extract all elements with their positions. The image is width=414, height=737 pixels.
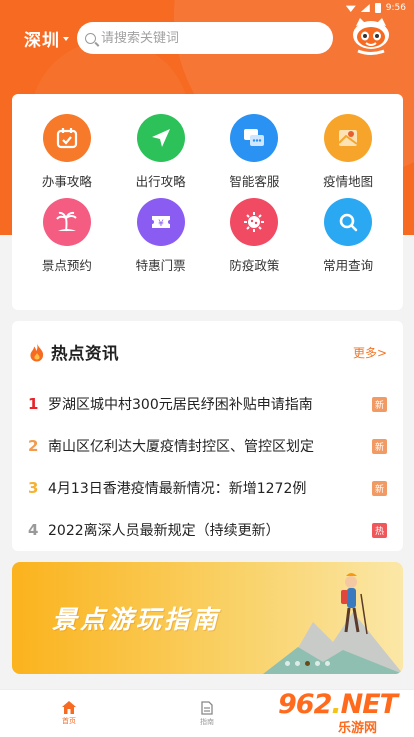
banner-title: 景点游玩指南 [52, 605, 221, 634]
watermark-logo: 962.NET [278, 689, 398, 720]
service-label: 特惠门票 [135, 258, 186, 273]
pagination-dot[interactable] [295, 661, 300, 666]
news-tag: 新 [372, 438, 387, 454]
mascot-avatar-icon[interactable] [348, 16, 394, 56]
news-item[interactable]: 2 南山区亿利达大厦疫情封控区、管控区划定 新 [28, 425, 387, 467]
navigation-arrow-icon [136, 114, 185, 162]
city-selector[interactable]: 深圳 [24, 26, 69, 51]
service-item-chuxing[interactable]: 出行攻略 [114, 114, 208, 190]
news-tag: 新 [372, 480, 387, 496]
service-label: 常用查询 [323, 258, 374, 273]
svg-text:¥: ¥ [158, 219, 164, 229]
status-time: 9:56 [385, 3, 406, 13]
calendar-check-icon [42, 114, 91, 162]
service-label: 智能客服 [229, 174, 280, 189]
tab-guide[interactable]: 指南 [138, 690, 276, 737]
header: 深圳 [0, 18, 414, 56]
news-text: 2022离深人员最新规定（持续更新） [48, 523, 280, 539]
map-location-icon [324, 114, 373, 162]
promo-banner[interactable]: 景点游玩指南 [12, 562, 403, 674]
service-item-banshi[interactable]: 办事攻略 [20, 114, 114, 190]
news-rank: 2 [28, 437, 39, 455]
search-bar[interactable] [77, 22, 333, 54]
pagination-dot-active[interactable] [305, 661, 310, 666]
site-watermark: 962.NET 乐游网 [278, 689, 408, 736]
hiker-illustration-icon [263, 573, 403, 674]
pagination-dot[interactable] [285, 661, 290, 666]
news-more-link[interactable]: 更多> [353, 344, 387, 361]
ticket-yen-icon: ¥ [136, 198, 185, 246]
news-title: 热点资讯 [51, 344, 119, 363]
news-text: 南山区亿利达大厦疫情封控区、管控区划定 [48, 439, 314, 455]
service-item-ditu[interactable]: 疫情地图 [301, 114, 395, 190]
service-label: 疫情地图 [323, 174, 374, 189]
news-header: 热点资讯 更多> [28, 321, 387, 383]
news-card: 热点资讯 更多> 1 罗湖区城中村300元居民纾困补贴申请指南 新 2 南山区亿… [12, 321, 403, 551]
service-label: 出行攻略 [135, 174, 186, 189]
city-label: 深圳 [24, 30, 60, 51]
service-item-menpiao[interactable]: ¥ 特惠门票 [114, 198, 208, 274]
service-item-kefu[interactable]: 智能客服 [208, 114, 302, 190]
search-icon [85, 32, 96, 44]
tab-label: 首页 [62, 717, 76, 725]
news-rank: 3 [28, 479, 39, 497]
service-item-jingdian[interactable]: 景点预约 [20, 198, 114, 274]
virus-icon [230, 198, 279, 246]
news-list: 1 罗湖区城中村300元居民纾困补贴申请指南 新 2 南山区亿利达大厦疫情封控区… [28, 383, 387, 551]
chat-bubble-icon [230, 114, 279, 162]
service-item-fangyi[interactable]: 防疫政策 [208, 198, 302, 274]
service-label: 防疫政策 [229, 258, 280, 273]
news-item[interactable]: 3 4月13日香港疫情最新情况：新增1272例 新 [28, 467, 387, 509]
battery-icon [374, 3, 381, 13]
search-icon [324, 198, 373, 246]
search-input[interactable] [101, 30, 321, 46]
flame-icon [30, 343, 44, 362]
pagination-dot[interactable] [325, 661, 330, 666]
news-item[interactable]: 4 2022离深人员最新规定（持续更新） 热 [28, 509, 387, 551]
palm-tree-icon [42, 198, 91, 246]
watermark-sub: 乐游网 [338, 721, 378, 736]
news-title-wrap: 热点资讯 [28, 340, 119, 364]
news-tag: 热 [372, 522, 387, 538]
news-text: 罗湖区城中村300元居民纾困补贴申请指南 [48, 397, 313, 413]
tab-label: 指南 [200, 717, 214, 726]
wifi-icon [345, 5, 356, 12]
document-icon [201, 700, 213, 715]
news-item[interactable]: 1 罗湖区城中村300元居民纾困补贴申请指南 新 [28, 383, 387, 425]
tab-home[interactable]: 首页 [0, 690, 138, 737]
status-bar: 9:56 [0, 0, 414, 16]
banner-pagination [12, 661, 403, 666]
home-icon [62, 701, 76, 714]
caret-down-icon [63, 37, 69, 41]
service-item-chaxun[interactable]: 常用查询 [301, 198, 395, 274]
service-card: 办事攻略 出行攻略 智能客服 疫情地图 景点预约 ¥ 特惠门票 防疫政策 常用查… [12, 94, 403, 310]
service-label: 景点预约 [41, 258, 92, 273]
service-label: 办事攻略 [41, 174, 92, 189]
news-tag: 新 [372, 396, 387, 412]
news-rank: 1 [28, 395, 39, 413]
news-rank: 4 [28, 521, 39, 539]
signal-icon [360, 4, 370, 12]
news-text: 4月13日香港疫情最新情况：新增1272例 [48, 481, 307, 497]
pagination-dot[interactable] [315, 661, 320, 666]
service-grid: 办事攻略 出行攻略 智能客服 疫情地图 景点预约 ¥ 特惠门票 防疫政策 常用查… [20, 94, 395, 274]
